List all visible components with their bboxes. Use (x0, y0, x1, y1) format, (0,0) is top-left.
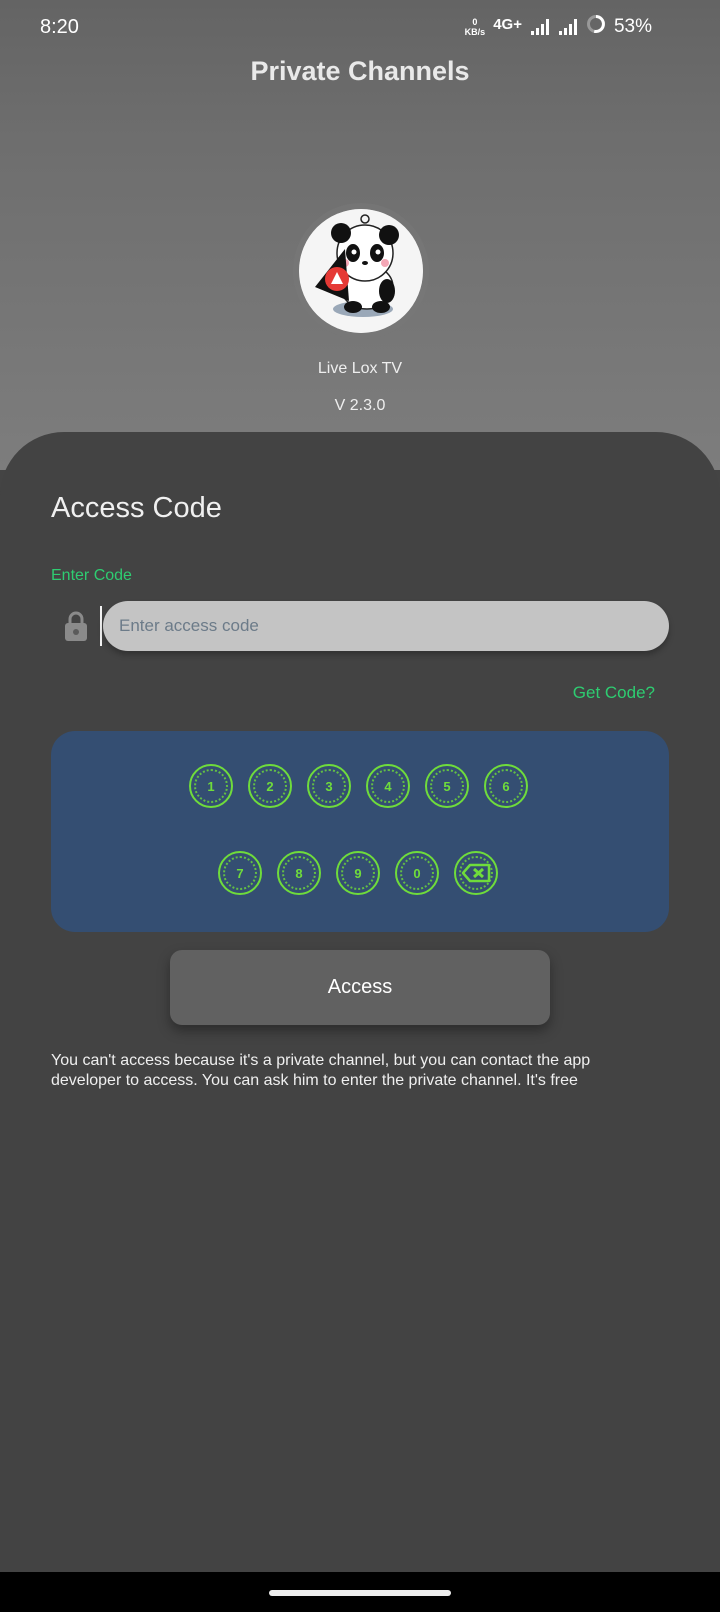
key-6[interactable]: 6 (484, 764, 528, 808)
home-gesture-handle[interactable] (269, 1590, 451, 1596)
key-4[interactable]: 4 (366, 764, 410, 808)
signal-icon (530, 18, 550, 36)
app-name: Live Lox TV (317, 360, 403, 377)
text-cursor (100, 606, 102, 646)
battery-level: 53% (613, 16, 652, 37)
key-3[interactable]: 3 (307, 764, 351, 808)
lock-icon (65, 611, 87, 641)
net-speed: 0 KB/s (465, 17, 486, 37)
enter-code-label: Enter Code (51, 567, 132, 584)
app-logo (299, 209, 423, 333)
battery-icon (586, 14, 606, 40)
status-icons: 0 KB/s 4G+ 53% (465, 14, 652, 40)
page-title: Private Channels (250, 56, 470, 86)
key-0[interactable]: 0 (395, 851, 439, 895)
network-type: 4G+ (493, 15, 522, 33)
key-delete[interactable] (454, 851, 498, 895)
net-speed-value: 0 (472, 17, 478, 27)
access-title: Access Code (51, 492, 222, 524)
key-5[interactable]: 5 (425, 764, 469, 808)
panda-logo-icon (299, 209, 423, 333)
key-1[interactable]: 1 (189, 764, 233, 808)
backspace-icon (461, 863, 491, 883)
info-text: You can't access because it's a private … (51, 1052, 591, 1089)
access-code-input[interactable] (103, 601, 669, 651)
net-speed-unit: KB/s (464, 27, 486, 37)
key-2[interactable]: 2 (248, 764, 292, 808)
get-code-link[interactable]: Get Code? (573, 683, 655, 703)
key-8[interactable]: 8 (277, 851, 321, 895)
number-keypad: 1 2 3 4 5 6 7 8 9 0 (51, 731, 669, 932)
key-7[interactable]: 7 (218, 851, 262, 895)
access-button[interactable]: Access (170, 950, 550, 1025)
key-9[interactable]: 9 (336, 851, 380, 895)
status-bar: 8:20 0 KB/s 4G+ 53% (0, 0, 720, 56)
status-time: 8:20 (40, 16, 79, 38)
signal-icon (558, 18, 578, 36)
app-version: V 2.3.0 (334, 397, 386, 414)
